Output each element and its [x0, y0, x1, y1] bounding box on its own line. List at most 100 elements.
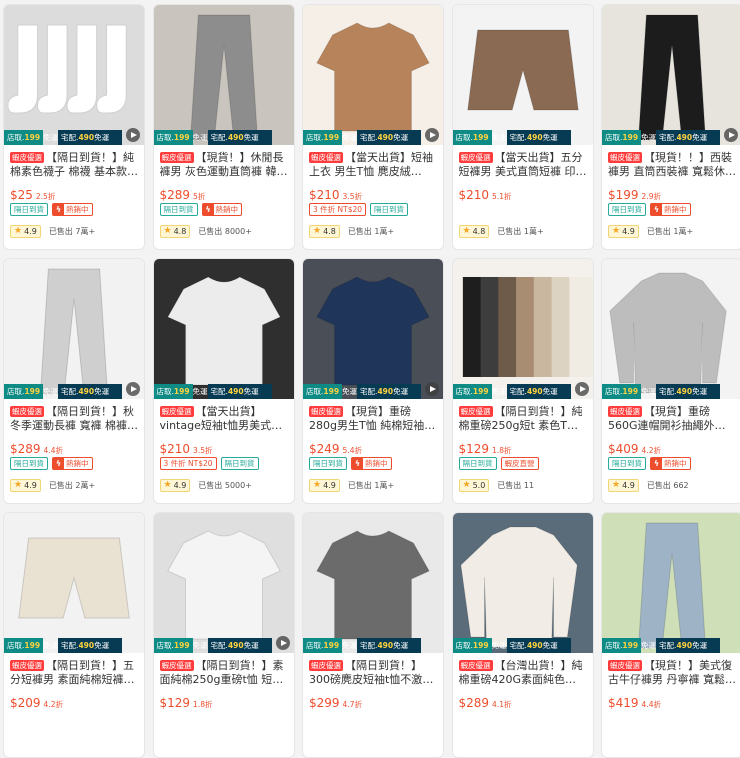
product-card-5[interactable]: 店取.199 免運 宅配.490免運 蝦皮優選 【現貨！！】西裝褲男 直筒西裝褲 寬… — [601, 4, 740, 250]
video-play-icon[interactable] — [126, 128, 140, 142]
product-title[interactable]: 蝦皮優選 【現貨！】美式復古牛仔褲男 丹寧褲 寬鬆… — [608, 659, 736, 687]
shipping-promo-banner: 店取.199 免運 宅配.490免運 — [4, 384, 122, 399]
product-title[interactable]: 蝦皮優選【隔日到貨！】300磅麂皮短袖t恤不激凸 男… — [309, 659, 437, 687]
price-row: $289 4.4折 — [10, 438, 138, 456]
star-icon: ★ — [462, 480, 471, 490]
product-photo — [602, 513, 740, 653]
shipping-promo-banner: 店取.199 免運 宅配.490免運 — [153, 130, 272, 145]
product-card-14[interactable]: 店取.199 免運 宅配.490免運 蝦皮優選 【台灣出貨！】純棉重磅420G素面純… — [451, 512, 594, 758]
tag-row — [309, 711, 437, 725]
product-photo — [4, 5, 144, 145]
product-card-9[interactable]: 店取.199 免運 宅配.490免運 蝦皮優選 【隔日到貨！】純棉重磅250g短t … — [451, 258, 594, 504]
discount-label: 5.1折 — [492, 192, 512, 201]
product-image[interactable]: 店取.199 免運 宅配.490免運 — [153, 513, 294, 653]
product-title[interactable]: 蝦皮優選【隔日到貨！】秋冬季運動長褲 寬褲 棉褲 內… — [10, 405, 138, 433]
product-image[interactable]: 店取.199 免運 宅配.490免運 — [452, 259, 593, 399]
product-image[interactable]: 店取.199 免運 宅配.490免運 — [303, 513, 443, 653]
product-card-1[interactable]: 店取.199 免運 宅配.490免運 蝦皮優選 【隔日到貨！】純棉素色襪子 棉襪 基… — [3, 4, 145, 250]
tag-row: 3 件折 NT$20 隔日到貨 — [159, 457, 288, 471]
product-card-8[interactable]: 店取.199 免運 宅配.490免運 蝦皮優選 【現貨】重磅280g男生T恤 純棉短… — [302, 258, 444, 504]
product-title[interactable]: 蝦皮優選【現貨】重磅560G連帽開衫抽繩外套 簡約純… — [608, 405, 736, 433]
rating-badge: ★ 4.9 — [309, 479, 340, 492]
price-row: $199 2.9折 — [608, 184, 736, 202]
product-card-11[interactable]: 店取.199 免運 宅配.490免運 蝦皮優選 【隔日到貨！】五分短褲男 素面純棉短… — [3, 512, 145, 758]
product-image[interactable]: 店取.199 免運 宅配.490免運 — [4, 259, 144, 399]
price-row: $129 1.8折 — [160, 692, 288, 710]
discount-label: 3.5折 — [342, 192, 362, 201]
next-day-tag: 隔日到貨 — [608, 203, 646, 216]
product-card-13[interactable]: 店取.199 免運 宅配.490免運 蝦皮優選 【隔日到貨！】300磅麂皮短袖t恤不… — [302, 512, 444, 758]
shipping-promo-banner: 店取.199 免運 宅配.490免運 — [303, 638, 421, 653]
product-card-6[interactable]: 店取.199 免運 宅配.490免運 蝦皮優選 【隔日到貨！】秋冬季運動長褲 寬褲 … — [3, 258, 145, 504]
product-photo — [153, 5, 294, 145]
product-image[interactable]: 店取.199 免運 宅配.490免運 — [303, 259, 443, 399]
product-title[interactable]: 蝦皮優選【隔日到貨！】素面純棉250g重磅t恤 短袖t恤… — [159, 659, 288, 687]
product-title[interactable]: 蝦皮優選【隔日到貨！】純棉重磅250g短t 素色T恤 男生… — [458, 405, 587, 433]
discount-label: 5.4折 — [342, 446, 362, 455]
product-card-10[interactable]: 店取.199 免運 宅配.490免運 蝦皮優選 【現貨】重磅560G連帽開衫抽繩外套… — [601, 258, 740, 504]
product-title[interactable]: 蝦皮優選【當天出貨】五分短褲男 美式直筒短褲 印花… — [458, 151, 587, 179]
shipping-promo-banner: 店取.199 免運 宅配.490免運 — [602, 384, 720, 399]
product-image[interactable]: 店取.199 免運 宅配.490免運 — [153, 5, 294, 145]
rating-badge: ★ 4.8 — [309, 225, 340, 238]
price-row: $210 3.5折 — [309, 184, 437, 202]
video-play-icon[interactable] — [425, 382, 439, 396]
product-title[interactable]: 蝦皮優選【現貨！！】西裝褲男 直筒西裝褲 寬鬆休閒… — [608, 151, 736, 179]
product-image[interactable]: 店取.199 免運 宅配.490免運 — [153, 259, 294, 399]
product-title[interactable]: 蝦皮優選【現貨！】休閒長褲男 灰色運動直筒褲 韓版… — [159, 151, 288, 179]
sold-count: 已售出 1萬+ — [347, 481, 395, 490]
product-card-12[interactable]: 店取.199 免運 宅配.490免運 蝦皮優選 【隔日到貨！】素面純棉250g重磅t… — [152, 512, 295, 758]
lightning-icon: ϟ — [53, 204, 64, 215]
video-play-icon[interactable] — [425, 128, 439, 142]
product-title[interactable]: 蝦皮優選【現貨】重磅280g男生T恤 純棉短袖 日系短… — [309, 405, 437, 433]
star-icon: ★ — [313, 480, 322, 490]
tag-row: 隔日到貨 ϟ 熱銷中 — [309, 457, 437, 471]
product-title[interactable]: 蝦皮優選【當天出貨】短袖上衣 男生T恤 麂皮絨oversiz… — [309, 151, 437, 179]
product-card-3[interactable]: 店取.199 免運 宅配.490免運 蝦皮優選 【當天出貨】短袖上衣 男生T恤 麂皮… — [302, 4, 444, 250]
sold-count: 已售出 1萬+ — [646, 227, 694, 236]
product-price: $210 — [458, 188, 490, 202]
video-play-icon[interactable] — [724, 128, 738, 142]
shipping-promo-banner: 店取.199 免運 宅配.490免運 — [452, 384, 571, 399]
product-image[interactable]: 店取.199 免運 宅配.490免運 — [4, 513, 144, 653]
preferred-badge: 蝦皮優選 — [159, 406, 194, 417]
product-price: $209 — [10, 696, 41, 710]
rating-row: ★ 4.9 已售出 5000+ — [159, 479, 288, 492]
next-day-tag: 隔日到貨 — [220, 457, 259, 470]
product-card-15[interactable]: 店取.199 免運 宅配.490免運 蝦皮優選 【現貨！】美式復古牛仔褲男 丹寧褲 … — [601, 512, 740, 758]
video-play-icon[interactable] — [574, 382, 589, 396]
star-icon: ★ — [14, 226, 23, 236]
tag-row: 隔日到貨 ϟ 熱銷中 — [608, 457, 736, 471]
preferred-badge: 蝦皮優選 — [458, 660, 493, 671]
product-title[interactable]: 蝦皮優選【當天出貨】vintage短袖t恤男美式復… — [159, 405, 288, 433]
product-image[interactable]: 店取.199 免運 宅配.490免運 — [4, 5, 144, 145]
preferred-badge: 蝦皮優選 — [608, 152, 642, 163]
price-row: $289 5折 — [160, 184, 288, 202]
shipping-promo-banner: 店取.199 免運 宅配.490免運 — [452, 638, 571, 653]
product-price: $25 — [10, 188, 33, 202]
product-card-4[interactable]: 店取.199 免運 宅配.490免運 蝦皮優選 【當天出貨】五分短褲男 美式直筒短褲… — [451, 4, 594, 250]
preferred-badge: 蝦皮優選 — [159, 660, 194, 671]
product-image[interactable]: 店取.199 免運 宅配.490免運 — [303, 5, 443, 145]
product-image[interactable]: 店取.199 免運 宅配.490免運 — [602, 5, 740, 145]
video-play-icon[interactable] — [126, 382, 140, 396]
hot-selling-tag: ϟ 熱銷中 — [650, 457, 691, 470]
product-image[interactable]: 店取.199 免運 宅配.490免運 — [602, 513, 740, 653]
product-card-7[interactable]: 店取.199 免運 宅配.490免運 蝦皮優選 【當天出貨】vintage短袖t恤男… — [152, 258, 295, 504]
rating-badge: ★ 4.9 — [159, 479, 191, 492]
product-title[interactable]: 蝦皮優選【隔日到貨！】五分短褲男 素面純棉短褲男… — [10, 659, 138, 687]
video-play-icon[interactable] — [275, 636, 290, 650]
product-image[interactable]: 店取.199 免運 宅配.490免運 — [452, 5, 593, 145]
product-title[interactable]: 蝦皮優選【隔日到貨！】純棉素色襪子 棉襪 基本款 黑… — [10, 151, 138, 179]
preferred-badge: 蝦皮優選 — [309, 406, 343, 417]
product-photo — [602, 5, 740, 145]
product-card-2[interactable]: 店取.199 免運 宅配.490免運 蝦皮優選 【現貨！】休閒長褲男 灰色運動直筒褲… — [152, 4, 295, 250]
product-photo — [452, 5, 593, 145]
product-image[interactable]: 店取.199 免運 宅配.490免運 — [452, 513, 593, 653]
product-title[interactable]: 蝦皮優選【台灣出貨！】純棉重磅420G素面純色大… — [458, 659, 587, 687]
product-photo — [153, 259, 294, 399]
product-photo — [303, 513, 443, 653]
product-photo — [303, 259, 443, 399]
product-image[interactable]: 店取.199 免運 宅配.490免運 — [602, 259, 740, 399]
price-row: $419 4.4折 — [608, 692, 736, 710]
